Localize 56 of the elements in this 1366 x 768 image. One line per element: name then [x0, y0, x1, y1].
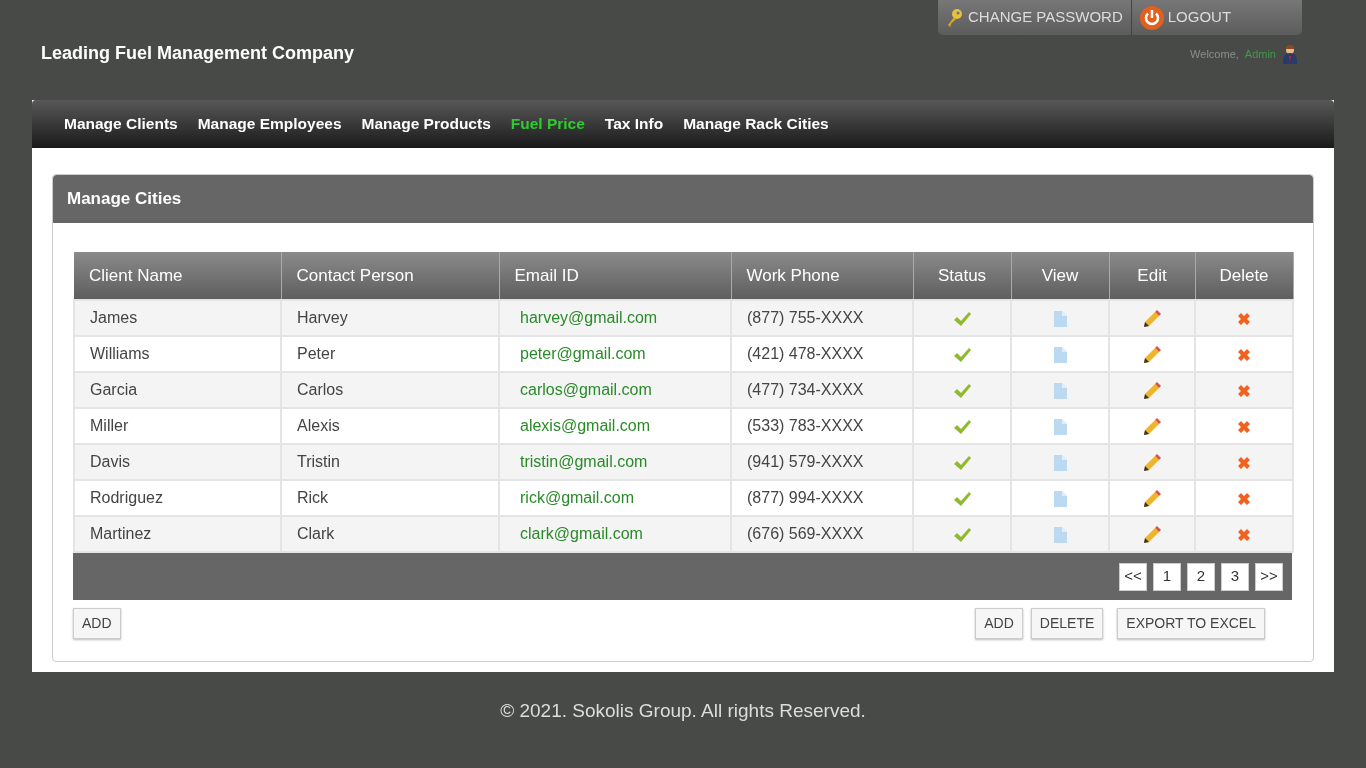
pencil-icon[interactable] — [1143, 309, 1161, 328]
email-link[interactable]: harvey@gmail.com — [499, 300, 731, 336]
user-name: Admin — [1244, 46, 1276, 62]
panel-title: Manage Cities — [53, 175, 1313, 223]
column-header: View — [1011, 252, 1109, 300]
column-header: Edit — [1109, 252, 1195, 300]
email-link[interactable]: tristin@gmail.com — [499, 444, 731, 480]
pencil-icon[interactable] — [1143, 525, 1161, 544]
nav-tab[interactable]: Manage Clients — [54, 100, 188, 148]
company-title: Leading Fuel Management Company — [41, 42, 355, 65]
column-header: Email ID — [499, 252, 731, 300]
pencil-icon[interactable] — [1143, 345, 1161, 364]
table-cell: (477) 734-XXXX — [731, 372, 913, 408]
add-button[interactable]: ADD — [975, 608, 1023, 639]
pencil-icon[interactable] — [1143, 417, 1161, 436]
column-header: Delete — [1195, 252, 1293, 300]
pencil-icon[interactable] — [1143, 489, 1161, 508]
pencil-icon[interactable] — [1143, 453, 1161, 472]
email-link[interactable]: carlos@gmail.com — [499, 372, 731, 408]
table-cell: (941) 579-XXXX — [731, 444, 913, 480]
table-cell: Tristin — [281, 444, 499, 480]
change-password-button[interactable]: CHANGE PASSWORD — [938, 0, 1131, 35]
add-button[interactable]: ADD — [73, 608, 121, 639]
table-cell: James — [74, 300, 281, 336]
table-cell: Harvey — [281, 300, 499, 336]
table-cell: Martinez — [74, 516, 281, 552]
nav-tab[interactable]: Manage Employees — [187, 100, 352, 148]
column-header: Client Name — [74, 252, 281, 300]
user-avatar-icon — [1282, 44, 1298, 64]
table-cell: Clark — [281, 516, 499, 552]
page-button[interactable]: << — [1119, 562, 1147, 591]
page-button[interactable]: >> — [1255, 562, 1283, 591]
nav-tab[interactable]: Manage Rack Cities — [673, 100, 839, 148]
page-button[interactable]: 1 — [1153, 562, 1181, 591]
footer-text: © 2021. Sokolis Group. All rights Reserved. — [499, 699, 867, 723]
email-link[interactable]: clark@gmail.com — [499, 516, 731, 552]
logout-button[interactable]: LOGOUT — [1130, 0, 1240, 35]
page-button[interactable]: 3 — [1221, 562, 1249, 591]
export-button[interactable]: EXPORT TO EXCEL — [1117, 608, 1265, 639]
column-header: Work Phone — [731, 252, 913, 300]
table-cell: Carlos — [281, 372, 499, 408]
table-cell: (676) 569-XXXX — [731, 516, 913, 552]
table-cell: (877) 755-XXXX — [731, 300, 913, 336]
nav-tab[interactable]: Manage Products — [351, 100, 501, 148]
table-cell: Garcia — [74, 372, 281, 408]
column-header: Status — [913, 252, 1011, 300]
table-cell: Davis — [74, 444, 281, 480]
delete-button[interactable]: DELETE — [1030, 608, 1104, 639]
key-icon — [946, 7, 964, 28]
nav-tab[interactable]: Tax Info — [594, 100, 674, 148]
column-header: Contact Person — [281, 252, 499, 300]
nav-tab[interactable]: Fuel Price — [500, 100, 595, 148]
power-icon — [1139, 5, 1164, 30]
welcome-text: Welcome, — [1190, 46, 1239, 62]
page-button[interactable]: 2 — [1187, 562, 1215, 591]
pencil-icon[interactable] — [1143, 381, 1161, 400]
